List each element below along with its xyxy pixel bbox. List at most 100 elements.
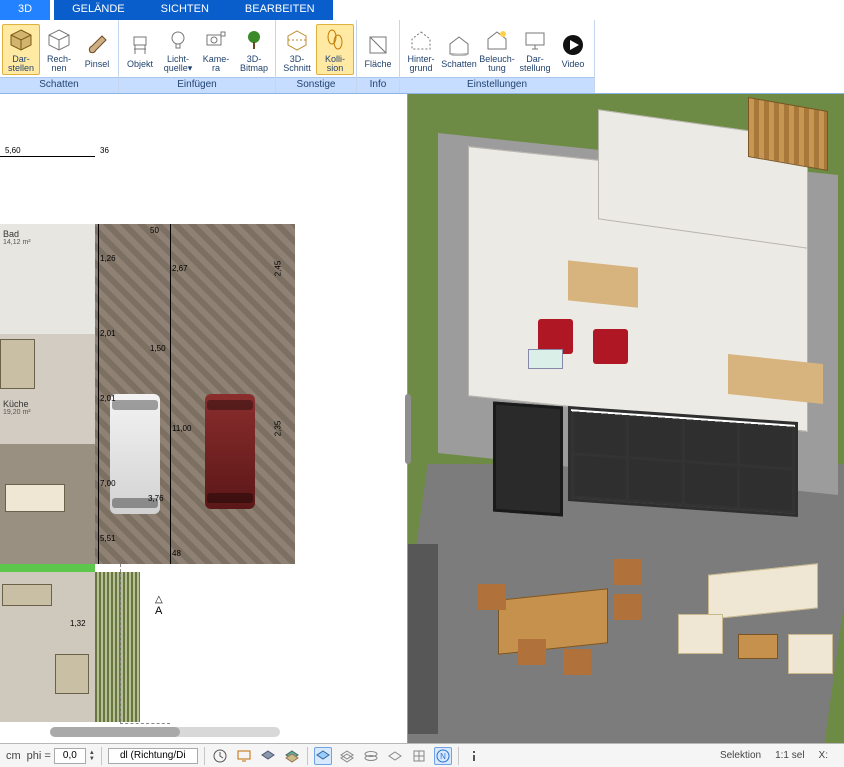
separator	[204, 747, 205, 765]
v3-outdoor-chair	[613, 594, 641, 620]
dim-line	[170, 224, 171, 564]
v3-sideboard	[568, 260, 638, 307]
dim-label: 2,01	[100, 329, 116, 338]
tab-bearbeiten[interactable]: BEARBEITEN	[227, 0, 333, 20]
viewport-2d[interactable]: 5,60 36 Bad14,12 m² Küche19,20 m² 1,32	[0, 94, 408, 743]
hintergrund-button[interactable]: Hinter- grund	[402, 24, 440, 75]
beleuchtung-label: Beleuch- tung	[479, 55, 515, 73]
dim-label: 2,45	[273, 261, 282, 277]
furniture-sofa	[2, 584, 52, 606]
ribbon: Dar- stellen Rech- nen Pinsel Schatten O…	[0, 20, 844, 94]
dim-label: 5,51	[100, 534, 116, 543]
projection-lines	[120, 564, 170, 724]
tool-stack-icon[interactable]	[362, 747, 380, 765]
play-icon	[561, 33, 585, 57]
tool-layers3-icon[interactable]	[314, 747, 332, 765]
dim-line	[0, 156, 95, 157]
tool-screen-icon[interactable]	[235, 747, 253, 765]
viewport-3d[interactable]	[408, 94, 844, 743]
v3-outdoor-coffee-table	[738, 634, 778, 659]
schatten-settings-button[interactable]: Schatten	[440, 29, 478, 71]
svg-text:N: N	[440, 752, 446, 761]
furniture-dining-table	[5, 484, 65, 512]
status-ratio: 1:1 sel	[775, 750, 804, 761]
separator	[307, 747, 308, 765]
dim-label: 2,67	[172, 264, 188, 273]
furniture-armchair	[55, 654, 89, 694]
ruler-icon	[366, 33, 390, 57]
horizontal-scrollbar[interactable]	[50, 727, 280, 737]
v3-outdoor-armchair	[788, 634, 833, 674]
ribbon-caption-sonstige: Sonstige	[276, 77, 356, 93]
house-dash-icon	[409, 28, 433, 52]
objekt-button[interactable]: Objekt	[121, 29, 159, 71]
darstellen-button[interactable]: Dar- stellen	[2, 24, 40, 75]
monitor-icon	[523, 28, 547, 52]
phi-stepper[interactable]: ▲▼	[89, 750, 95, 762]
video-button[interactable]: Video	[554, 29, 592, 71]
rechnen-button[interactable]: Rech- nen	[40, 24, 78, 75]
darstellen-label: Dar- stellen	[8, 55, 34, 73]
dim-line	[98, 224, 99, 564]
dim-label: 7,00	[100, 479, 116, 488]
3d-schnitt-button[interactable]: 3D- Schnitt	[278, 24, 316, 75]
unit-label: cm	[6, 750, 21, 762]
v3-outdoor-armchair	[678, 614, 723, 654]
lichtquelle-button[interactable]: Licht- quelle▾	[159, 24, 197, 75]
phi-input[interactable]	[54, 748, 86, 764]
tool-layer-single-icon[interactable]	[386, 747, 404, 765]
tab-gelaende[interactable]: GELÄNDE	[54, 0, 143, 20]
tool-layers2-icon[interactable]	[283, 747, 301, 765]
collision-icon	[323, 28, 347, 52]
tab-sichten[interactable]: SICHTEN	[143, 0, 227, 20]
cube-grid-icon	[47, 28, 71, 52]
view-splitter[interactable]	[405, 394, 411, 464]
tool-info-icon[interactable]	[465, 747, 483, 765]
room-label-bad: Bad14,12 m²	[3, 229, 31, 246]
display-label: Dar- stellung	[519, 55, 550, 73]
video-label: Video	[562, 60, 585, 69]
ribbon-group-sonstige: 3D- Schnitt Kolli- sion Sonstige	[276, 20, 357, 93]
v3-outdoor-chair	[518, 639, 546, 665]
separator	[101, 747, 102, 765]
pinsel-button[interactable]: Pinsel	[78, 29, 116, 71]
flaeche-button[interactable]: Fläche	[359, 29, 397, 71]
dim-label: 3,76	[148, 494, 164, 503]
v3-front-door	[493, 402, 563, 517]
chair-icon	[128, 33, 152, 57]
kamera-button[interactable]: Kame- ra	[197, 24, 235, 75]
tool-north-icon[interactable]: N	[434, 747, 452, 765]
schnitt-label: 3D- Schnitt	[283, 55, 311, 73]
tool-grid-icon[interactable]	[410, 747, 428, 765]
dim-label: 2,01	[100, 394, 116, 403]
tool-layers4-icon[interactable]	[338, 747, 356, 765]
ribbon-group-info: Fläche Info	[357, 20, 400, 93]
dim-label: 2,35	[273, 421, 282, 437]
status-x: X:	[819, 750, 828, 761]
section-marker-a: A	[155, 594, 163, 617]
v3-outdoor-chair	[613, 559, 641, 585]
kollision-button[interactable]: Kolli- sion	[316, 24, 354, 75]
context-field[interactable]	[108, 748, 198, 764]
ribbon-group-einstellungen: Hinter- grund Schatten Beleuch- tung Dar…	[400, 20, 595, 93]
dim-label: 1,26	[100, 254, 116, 263]
pinsel-label: Pinsel	[85, 60, 110, 69]
3d-bitmap-button[interactable]: 3D- Bitmap	[235, 24, 273, 75]
tool-layers1-icon[interactable]	[259, 747, 277, 765]
ribbon-caption-einstellungen: Einstellungen	[400, 77, 594, 93]
objekt-label: Objekt	[127, 60, 153, 69]
dim-label: 36	[100, 146, 109, 155]
darstellung-button[interactable]: Dar- stellung	[516, 24, 554, 75]
cube-shaded-icon	[9, 28, 33, 52]
v3-front-windows	[568, 406, 798, 517]
ribbon-caption-einfuegen: Einfügen	[119, 77, 275, 93]
ribbon-caption-schatten: Schatten	[0, 77, 118, 93]
lichtquelle-label: Licht- quelle▾	[164, 55, 193, 73]
tab-3d[interactable]: 3D	[0, 0, 50, 20]
v3-outdoor-chair	[478, 584, 506, 610]
tool-clock-icon[interactable]	[211, 747, 229, 765]
beleuchtung-button[interactable]: Beleuch- tung	[478, 24, 516, 75]
tree-icon	[242, 28, 266, 52]
rechnen-label: Rech- nen	[47, 55, 71, 73]
workspace: 5,60 36 Bad14,12 m² Küche19,20 m² 1,32	[0, 94, 844, 743]
